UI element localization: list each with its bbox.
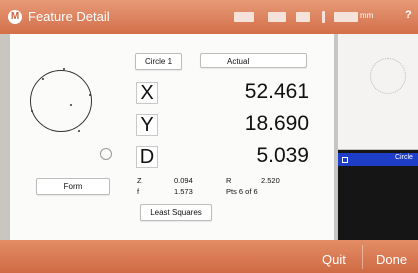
- measured-point: [78, 130, 80, 132]
- form-button[interactable]: Form: [36, 178, 110, 195]
- radius-label: R: [226, 176, 232, 185]
- display-mode-icon[interactable]: [234, 12, 254, 22]
- y-value: 18.690: [244, 112, 309, 135]
- least-squares-button[interactable]: Least Squares: [140, 204, 212, 221]
- button-divider: [362, 245, 363, 269]
- help-icon[interactable]: ?: [405, 9, 412, 21]
- z-value: 0.094: [174, 176, 193, 185]
- diameter-value: 5.039: [256, 144, 309, 167]
- diameter-label: D: [136, 146, 158, 168]
- reference-circle-icon: [100, 148, 112, 160]
- radius-value: 2.520: [261, 176, 280, 185]
- app-logo-icon: M: [8, 10, 22, 24]
- x-value: 52.461: [244, 80, 309, 103]
- y-axis-label: Y: [136, 114, 158, 136]
- form-error-value: 1.573: [174, 187, 193, 196]
- unit-toggle[interactable]: mm: [360, 11, 373, 20]
- z-label: Z: [137, 176, 142, 185]
- measured-point: [42, 78, 44, 80]
- edit-pencil-icon[interactable]: [322, 11, 325, 23]
- feature-select-button[interactable]: Circle 1: [135, 53, 182, 70]
- measured-point: [89, 94, 91, 96]
- layout-icon[interactable]: [268, 12, 286, 22]
- points-count: Pts 6 of 6: [226, 187, 258, 196]
- measured-point: [63, 68, 65, 70]
- bottom-bar: [0, 240, 418, 273]
- form-error-label: f: [137, 187, 140, 196]
- title-bar: M Feature Detail mm ?: [0, 0, 418, 34]
- keypad-icon[interactable]: [296, 12, 310, 22]
- preview-circle: [370, 58, 406, 94]
- x-axis-label: X: [136, 82, 158, 104]
- feature-list-item-label: Circle: [395, 154, 413, 161]
- circle-feature-icon: [342, 157, 348, 163]
- settings-bar-icon[interactable]: [334, 12, 358, 22]
- actual-mode-button[interactable]: Actual: [200, 53, 307, 68]
- circle-plot: [30, 70, 92, 132]
- measured-point: [31, 110, 33, 112]
- page-title: Feature Detail: [28, 9, 110, 24]
- quit-button[interactable]: Quit: [322, 252, 346, 267]
- circle-center-point: [70, 104, 72, 106]
- done-button[interactable]: Done: [376, 252, 407, 267]
